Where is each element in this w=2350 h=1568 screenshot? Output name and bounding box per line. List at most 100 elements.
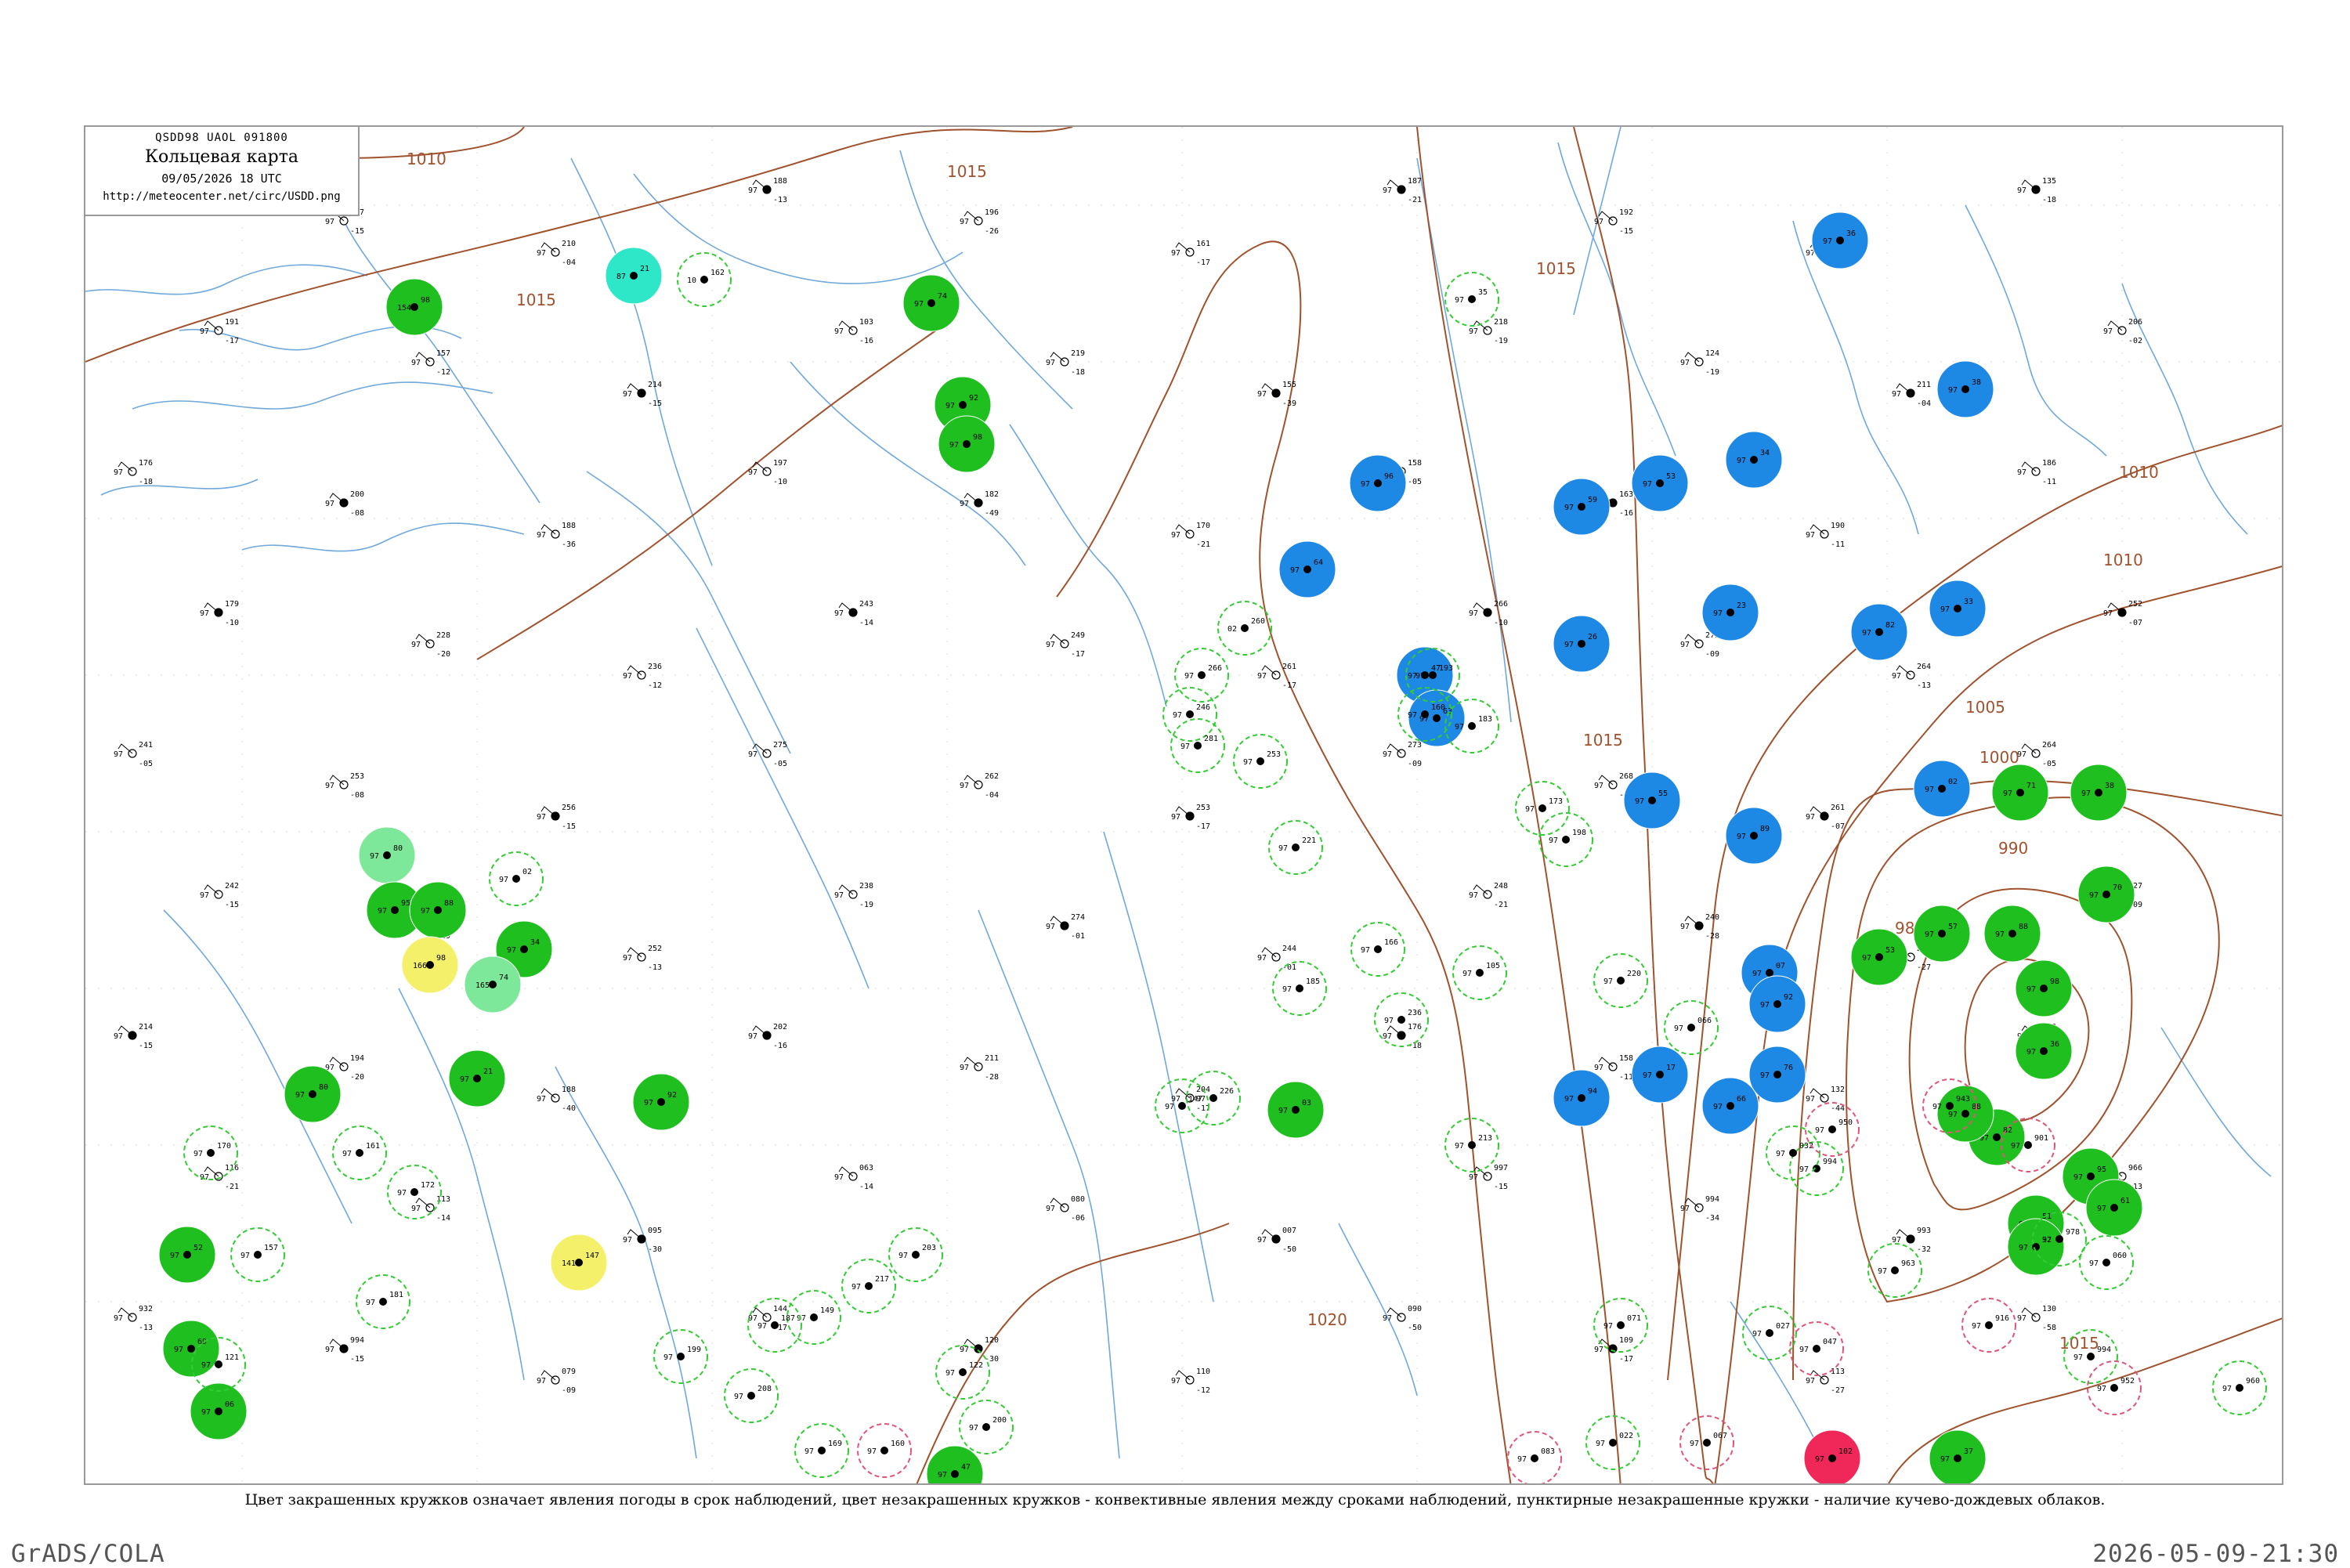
station-dot — [1397, 1016, 1405, 1024]
station-tendency: -16 — [859, 337, 873, 345]
station-dot — [1766, 969, 1773, 977]
station-temperature: 97 — [1594, 1064, 1603, 1072]
station-pressure: 963 — [1901, 1259, 1915, 1268]
station-marker: 067 97 — [1679, 1415, 1734, 1470]
station-tendency: -07 — [2128, 619, 2142, 627]
station-temperature: 97 — [1680, 359, 1690, 367]
station-dot — [657, 1098, 665, 1106]
station-pressure: 268 — [1619, 772, 1633, 781]
station-pressure: 208 — [757, 1385, 772, 1393]
station-tendency: -17 — [1071, 650, 1085, 659]
station-temperature: 97 — [1046, 641, 1055, 649]
station-plot: 236 97 -12 — [623, 663, 662, 690]
station-marker: 71 97 — [1991, 764, 2049, 822]
station-pressure: 34 — [530, 938, 540, 947]
station-pressure: 52 — [193, 1244, 203, 1252]
station-tendency: -04 — [1917, 399, 1931, 408]
station-value: 97 — [1878, 1267, 1887, 1276]
station-value: 97 — [797, 1314, 806, 1323]
station-marker: 105 97 — [1452, 945, 1507, 1000]
station-pressure: 02 — [522, 868, 532, 876]
station-pressure: 17 — [1666, 1064, 1676, 1072]
station-plot: 200 97 -08 — [325, 490, 364, 518]
station-pressure: 59 — [1588, 496, 1597, 504]
station-pressure: 202 — [773, 1023, 787, 1031]
station-value: 97 — [1862, 629, 1871, 638]
station-tendency: -19 — [859, 901, 873, 909]
station-plot: 190 97 -11 — [1806, 522, 1845, 549]
station-pressure: 943 — [1956, 1095, 1970, 1104]
station-value: 97 — [949, 441, 959, 450]
station-value: 97 — [366, 1299, 375, 1307]
station-pressure: 047 — [1823, 1338, 1837, 1346]
station-marker: 281 97 — [1170, 718, 1225, 773]
station-temperature: 97 — [2017, 1314, 2026, 1323]
station-marker: 59 97 — [1553, 478, 1611, 536]
station-value: 97 — [421, 907, 430, 916]
station-dot — [2024, 1141, 2032, 1149]
station-dot — [1954, 1454, 1961, 1462]
station-dot — [1750, 456, 1758, 464]
station-dot — [1656, 479, 1664, 487]
station-pressure: 161 — [1196, 240, 1210, 248]
station-marker: 161 97 — [332, 1125, 387, 1180]
station-pressure: 92 — [1784, 993, 1793, 1002]
isobar-label: 1010 — [407, 150, 446, 168]
station-tendency: -11 — [1619, 1073, 1633, 1082]
station-dot — [2008, 930, 2016, 938]
station-plot: 182 97 -49 — [960, 490, 999, 518]
station-pressure: 264 — [1917, 663, 1931, 671]
station-dot — [520, 945, 528, 953]
station-value: 97 — [1690, 1440, 1699, 1448]
station-dot — [1617, 1321, 1625, 1329]
station-pressure: 02 — [1948, 778, 1958, 786]
station-plot: 219 97 -18 — [1046, 349, 1085, 377]
station-pressure: 94 — [1588, 1087, 1597, 1096]
station-temperature: 97 — [1892, 672, 1901, 681]
station-value: 97 — [2081, 789, 2091, 798]
station-pressure: 124 — [1705, 349, 1719, 358]
station-value: 97 — [1643, 1071, 1652, 1080]
station-marker: 34 97 — [1725, 431, 1783, 489]
station-dot — [818, 1447, 826, 1454]
station-pressure: 53 — [1666, 472, 1676, 481]
station-temperature: 97 — [1046, 923, 1055, 931]
station-dot — [2102, 891, 2110, 898]
station-plot: 262 97 -04 — [960, 772, 999, 800]
station-plot: 243 97 -14 — [834, 600, 873, 627]
station-marker: 89 97 — [1725, 807, 1783, 865]
station-value: 97 — [1517, 1455, 1527, 1464]
station-value: 97 — [867, 1447, 877, 1456]
station-tendency: -28 — [985, 1073, 999, 1082]
isobar-label: 990 — [1998, 839, 2028, 858]
station-pressure: 162 — [710, 269, 725, 277]
station-pressure: 978 — [2066, 1228, 2080, 1237]
station-value: 97 — [201, 1408, 211, 1417]
station-tendency: -26 — [985, 227, 999, 236]
station-dot — [1468, 1141, 1476, 1149]
station-value: 97 — [397, 1189, 407, 1198]
station-temperature: 97 — [537, 813, 546, 822]
station-tendency: -20 — [436, 650, 450, 659]
station-tendency: -17 — [1196, 822, 1210, 831]
station-pressure: 88 — [444, 899, 454, 908]
station-tendency: -15 — [225, 901, 239, 909]
station-pressure: 244 — [1282, 945, 1296, 953]
station-dot — [410, 1188, 418, 1196]
station-plot: 228 97 -20 — [411, 631, 450, 659]
station-value: 97 — [1972, 1322, 1981, 1331]
station-tendency: -10 — [225, 619, 239, 627]
station-pressure: 135 — [2042, 177, 2056, 186]
station-dot — [183, 1251, 191, 1259]
station-pressure: 252 — [2128, 600, 2142, 609]
station-value: 97 — [663, 1353, 673, 1362]
station-pressure: 236 — [1408, 1009, 1422, 1017]
station-value: 97 — [734, 1393, 743, 1401]
bulletin-code: QSDD98 UAOL 091800 — [155, 132, 288, 144]
station-dot — [1374, 479, 1382, 487]
station-pressure: 190 — [1831, 522, 1845, 530]
station-marker: 266 97 — [1174, 648, 1229, 703]
station-pressure: 901 — [2034, 1134, 2048, 1143]
station-pressure: 248 — [1494, 882, 1508, 891]
station-dot — [1828, 1454, 1836, 1462]
